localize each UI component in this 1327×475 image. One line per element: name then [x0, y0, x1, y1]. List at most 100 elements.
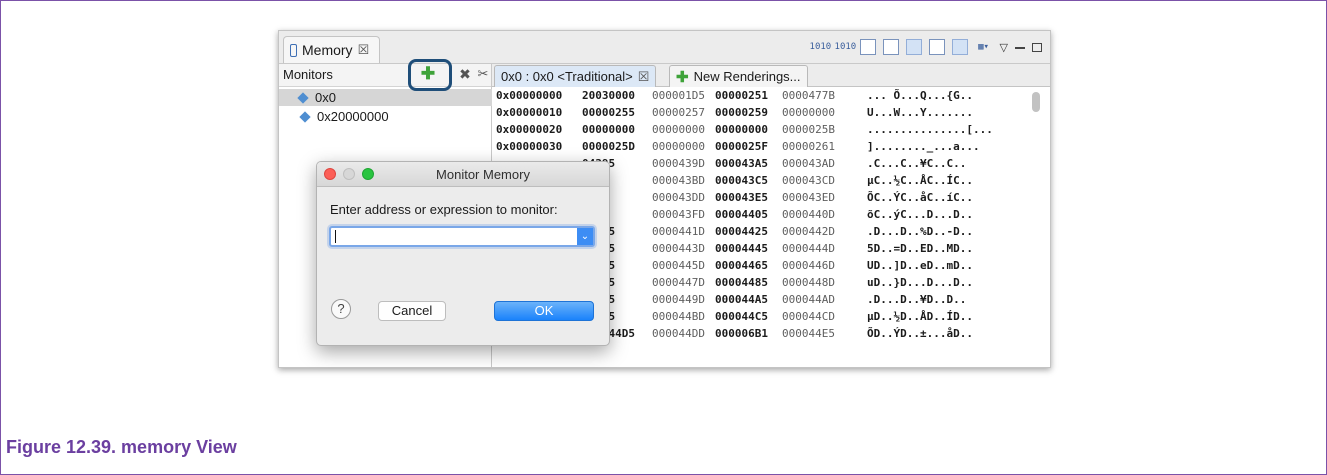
memory-cell-ascii: uD..}D...D...D.. [867, 276, 973, 289]
link-icon[interactable] [905, 39, 922, 55]
highlight-icon[interactable] [951, 39, 968, 55]
dialog-titlebar: Monitor Memory [317, 162, 609, 187]
address-expression-input[interactable] [333, 229, 577, 244]
memory-cell-ascii: ...............[... [867, 123, 993, 136]
new-tab-icon[interactable] [859, 39, 876, 55]
cancel-button[interactable]: Cancel [378, 301, 446, 321]
memory-cell-w0: 20030000 [582, 89, 635, 102]
memory-cell-w1: 0000445D [652, 259, 705, 272]
memory-cell-w1: 000001D5 [652, 89, 705, 102]
memory-cell-w3: 000044CD [782, 310, 835, 323]
tab-traditional-rendering[interactable]: 0x0 : 0x0 <Traditional> ☒ [494, 65, 657, 87]
export-icon[interactable] [882, 39, 899, 55]
memory-cell-addr: 0x00000020 [496, 123, 563, 136]
memory-cell-w1: 00000000 [652, 123, 705, 136]
rendering-tab-label: 0x0 : 0x0 <Traditional> [501, 69, 633, 84]
memory-cell-w3: 000044E5 [782, 327, 835, 340]
memory-cell-ascii: õC..ýC...D...D.. [867, 208, 973, 221]
text-caret [335, 230, 336, 243]
memory-cell-w2: 00004425 [715, 225, 768, 238]
memory-row: 0x00000030 0000025D 00000000 0000025F 000002… [492, 139, 1022, 155]
memory-cell-ascii: µD..½D..ÅD..ÍD.. [867, 310, 973, 323]
maximize-icon[interactable] [1032, 42, 1042, 52]
memory-cell-w0: 0000025D [582, 140, 635, 153]
dialog-title: Monitor Memory [436, 167, 530, 182]
chevron-down-icon[interactable]: ⌄ [577, 228, 593, 245]
memory-cell-w3: 0000440D [782, 208, 835, 221]
monitor-item-label: 0x0 [315, 90, 336, 105]
memory-cell-w1: 000044BD [652, 310, 705, 323]
address-expression-combo[interactable]: ⌄ [329, 226, 595, 247]
memory-cell-w0: 00000000 [582, 123, 635, 136]
memory-cell-ascii: .D...D..¥D..D.. [867, 293, 967, 306]
columns-icon[interactable] [928, 39, 945, 55]
memory-cell-w2: 0000025F [715, 140, 768, 153]
memory-cell-w1: 0000443D [652, 242, 705, 255]
format-menu-icon[interactable]: ▦▾ [975, 39, 993, 55]
memory-cell-w3: 0000446D [782, 259, 835, 272]
memory-row: 0x00000000 20030000 000001D5 00000251 000047… [492, 88, 1022, 104]
memory-cell-w1: 00000257 [652, 106, 705, 119]
memory-cell-ascii: .D...D..%D..-D.. [867, 225, 973, 238]
ok-button[interactable]: OK [494, 301, 594, 321]
memory-cell-w2: 00004445 [715, 242, 768, 255]
new-renderings-label: New Renderings... [693, 69, 801, 84]
memory-cell-ascii: µC..½C..ÅC..ÍC.. [867, 174, 973, 187]
memory-cell-ascii: 5D..=D..ED..MD.. [867, 242, 973, 255]
monitor-memory-dialog: Monitor Memory Enter address or expressi… [316, 161, 610, 346]
memory-cell-w3: 0000448D [782, 276, 835, 289]
memory-cell-ascii: ÕC..ÝC..åC..íC.. [867, 191, 973, 204]
memory-view-tab-label: Memory [302, 42, 353, 58]
memory-cell-w2: 000043E5 [715, 191, 768, 204]
memory-cell-w2: 00000259 [715, 106, 768, 119]
view-toolbar: 1010 1010 ▦▾ ▽ [810, 39, 1042, 55]
memory-cell-addr: 0x00000010 [496, 106, 563, 119]
memory-cell-w2: 000006B1 [715, 327, 768, 340]
tab-new-renderings[interactable]: ✚ New Renderings... [669, 65, 808, 87]
monitor-item[interactable]: 0x20000000 [297, 108, 393, 125]
memory-cell-w1: 0000439D [652, 157, 705, 170]
scrollbar-thumb[interactable] [1032, 92, 1040, 112]
monitors-header: Monitors ✚ ✖ ✂ [279, 64, 491, 87]
monitor-diamond-icon [297, 91, 309, 104]
monitor-diamond-icon [299, 110, 311, 123]
binary-layout-icon[interactable]: 1010 [810, 39, 832, 55]
monitor-item[interactable]: 0x0 [279, 89, 493, 106]
view-header: Memory ☒ 1010 1010 ▦▾ ▽ [279, 31, 1050, 64]
view-menu-icon[interactable]: ▽ [1000, 41, 1008, 54]
memory-cell-ascii: U...W...Y....... [867, 106, 973, 119]
vertical-scrollbar[interactable] [1032, 89, 1040, 367]
memory-cell-w1: 000043FD [652, 208, 705, 221]
memory-cell-w2: 00000251 [715, 89, 768, 102]
memory-cell-w2: 000043C5 [715, 174, 768, 187]
remove-monitor-icon[interactable]: ✖ [457, 66, 473, 82]
memory-cell-w2: 00000000 [715, 123, 768, 136]
memory-cell-w1: 000043BD [652, 174, 705, 187]
memory-view-tab[interactable]: Memory ☒ [283, 36, 381, 63]
memory-cell-w2: 000043A5 [715, 157, 768, 170]
memory-cell-w3: 00000261 [782, 140, 835, 153]
memory-cell-w3: 0000025B [782, 123, 835, 136]
memory-cell-w1: 000044DD [652, 327, 705, 340]
minimize-icon[interactable] [1015, 47, 1025, 49]
close-icon[interactable]: ☒ [358, 42, 370, 58]
close-icon[interactable]: ☒ [638, 69, 650, 85]
memory-cell-w1: 00000000 [652, 140, 705, 153]
memory-cell-w1: 000043DD [652, 191, 705, 204]
help-button[interactable]: ? [331, 299, 351, 319]
dialog-prompt: Enter address or expression to monitor: [330, 202, 558, 217]
figure-caption: Figure 12.39. memory View [6, 437, 237, 457]
add-monitor-highlight-ring [408, 59, 452, 91]
memory-cell-w1: 0000447D [652, 276, 705, 289]
memory-cell-w1: 0000449D [652, 293, 705, 306]
remove-all-monitors-icon[interactable]: ✂ [475, 66, 491, 82]
swap-icon[interactable]: 1010 [835, 39, 857, 55]
memory-cell-w2: 000044C5 [715, 310, 768, 323]
memory-cell-w3: 000043ED [782, 191, 835, 204]
memory-cell-w3: 000043CD [782, 174, 835, 187]
memory-icon [290, 43, 297, 57]
memory-cell-w3: 0000442D [782, 225, 835, 238]
monitors-title: Monitors [283, 67, 333, 82]
memory-cell-ascii: UD..]D..eD..mD.. [867, 259, 973, 272]
memory-cell-w3: 0000477B [782, 89, 835, 102]
